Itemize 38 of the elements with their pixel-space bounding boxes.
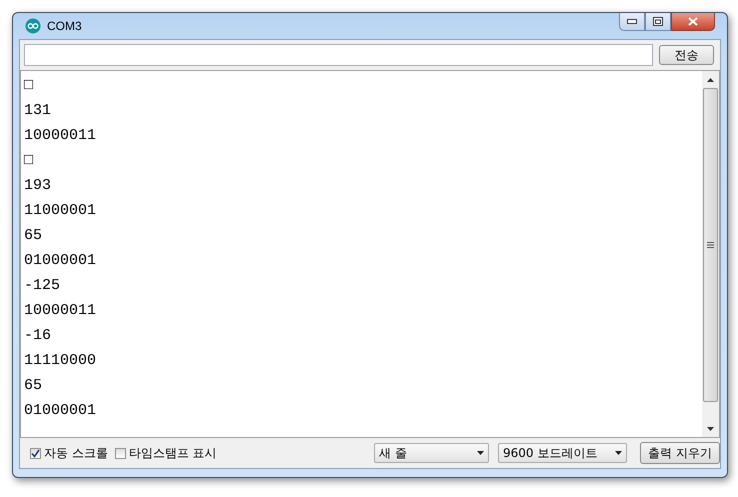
window-title: COM3 [47, 19, 82, 33]
output-line: 11110000 [24, 351, 96, 371]
maximize-icon [653, 17, 663, 26]
output-line: 10000011 [24, 126, 96, 146]
output-line: 11000001 [24, 201, 96, 221]
output-line: 65 [24, 226, 42, 246]
scroll-up-icon [707, 78, 714, 82]
scroll-thumb[interactable] [703, 88, 718, 402]
checkbox-label[interactable]: 타임스탬프 표시 [128, 444, 217, 462]
dropdown[interactable]: 9600 보드레이트 [498, 443, 627, 463]
output-line: 65 [24, 376, 42, 396]
checkbox[interactable] [30, 448, 41, 458]
output-line: □ [24, 76, 34, 96]
output-line: 01000001 [24, 251, 96, 271]
output-line: 193 [24, 176, 52, 196]
checkbox-label[interactable]: 자동 스크롤 [44, 444, 108, 462]
close-icon [688, 17, 698, 26]
dropdown-arrow-icon [615, 451, 622, 455]
grip-icon [707, 242, 714, 248]
dropdown-arrow-icon [477, 451, 484, 455]
clear-output-button[interactable]: 출력 지우기 [640, 442, 720, 464]
close-button[interactable] [671, 13, 715, 31]
scrollbar[interactable] [702, 71, 719, 437]
checkbox[interactable] [114, 448, 126, 458]
output-line: -16 [24, 326, 52, 346]
app-logo-icon [25, 18, 41, 34]
output-line: 10000011 [24, 301, 96, 321]
input-field[interactable] [24, 44, 653, 66]
maximize-button[interactable] [645, 13, 671, 31]
minimize-icon [627, 19, 637, 24]
output-line: 131 [24, 101, 52, 121]
output-line: 01000001 [24, 401, 96, 421]
output-line: -125 [24, 276, 60, 296]
send-button[interactable]: 전송 [659, 45, 714, 65]
dropdown[interactable]: 새 줄 [374, 443, 489, 463]
scroll-down-icon [707, 426, 714, 430]
output-line: □ [24, 151, 34, 171]
minimize-button[interactable] [619, 13, 645, 31]
